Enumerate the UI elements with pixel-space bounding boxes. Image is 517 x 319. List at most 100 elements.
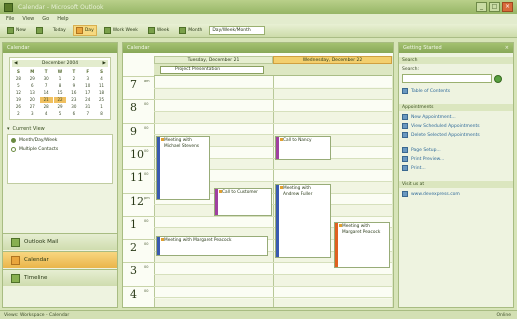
date-cell[interactable]: 6 [67, 111, 80, 117]
date-cell[interactable]: 9 [67, 83, 80, 89]
date-cell[interactable]: 27 [26, 104, 39, 110]
date-cell[interactable]: 8 [95, 111, 108, 117]
date-cell[interactable]: 10 [81, 83, 94, 89]
date-cell[interactable]: 24 [81, 97, 94, 103]
date-cell[interactable]: 1 [95, 104, 108, 110]
day-header-tuesday[interactable]: Tuesday, December 21 [154, 56, 273, 64]
date-cell[interactable]: 2 [12, 111, 25, 117]
nav-timeline-button[interactable]: Timeline [3, 269, 117, 286]
hour-number: 7 [130, 78, 137, 91]
half-hour-line [154, 297, 392, 299]
day-header-wednesday[interactable]: Wednesday, December 22 [273, 56, 392, 64]
vertical-scrollbar[interactable] [392, 56, 393, 307]
pane-close-icon[interactable]: × [505, 43, 509, 53]
menu-help[interactable]: Help [57, 16, 68, 22]
maximize-button[interactable]: □ [489, 2, 500, 12]
date-cell[interactable]: 17 [81, 90, 94, 96]
menu-file[interactable]: File [6, 16, 14, 22]
date-cell[interactable]: 29 [26, 76, 39, 82]
week-button[interactable]: Week [145, 25, 172, 36]
prev-month-icon[interactable]: ◀ [14, 61, 17, 66]
date-cell[interactable]: 20 [26, 97, 39, 103]
nav-calendar-button[interactable]: Calendar [3, 251, 117, 268]
calendar-icon [11, 255, 20, 265]
close-button[interactable]: × [502, 2, 513, 12]
date-cell[interactable]: 12 [12, 90, 25, 96]
today-button[interactable]: Today [50, 26, 69, 35]
delete-selected-link[interactable]: Delete Selected Appointments [402, 132, 510, 138]
collapse-icon[interactable]: ▾ [7, 126, 10, 132]
date-cell[interactable]: 2 [67, 76, 80, 82]
print-button[interactable] [33, 25, 46, 36]
timeline-icon [11, 273, 20, 283]
website-link[interactable]: www.devexpress.com [402, 191, 510, 197]
date-cell[interactable]: 25 [95, 97, 108, 103]
menu-go[interactable]: Go [42, 16, 49, 22]
page-setup-link[interactable]: Page Setup... [402, 147, 510, 153]
date-cell[interactable]: 1 [54, 76, 67, 82]
appointment[interactable]: Call to Customer [214, 188, 272, 216]
day-view-button[interactable]: Day [72, 25, 97, 36]
date-cell[interactable]: 8 [54, 83, 67, 89]
date-cell[interactable]: 16 [67, 90, 80, 96]
all-day-area[interactable]: Project Presentation [154, 64, 392, 76]
date-cell[interactable]: 13 [26, 90, 39, 96]
month-button[interactable]: Month [176, 25, 205, 36]
appointment[interactable]: Meeting with Andrew Fuller [275, 184, 331, 258]
date-cell[interactable]: 21 [39, 97, 53, 103]
reminder-icon [161, 138, 164, 141]
book-icon [402, 88, 408, 94]
menu-view[interactable]: View [22, 16, 34, 22]
search-input[interactable] [402, 74, 492, 83]
date-cell[interactable]: 5 [12, 83, 25, 89]
date-cell[interactable]: 30 [67, 104, 80, 110]
hour-suffix: 00 [144, 102, 149, 107]
date-cell[interactable]: 19 [12, 97, 25, 103]
view-select[interactable]: Day/Week/Month [209, 26, 266, 35]
print-preview-link[interactable]: Print Preview... [402, 156, 510, 162]
appointment[interactable]: Meeting with Margaret Peacock [334, 222, 390, 268]
date-cell[interactable]: 30 [40, 76, 53, 82]
search-go-icon[interactable] [494, 74, 502, 83]
radio-unselected[interactable] [11, 147, 16, 152]
nav-mail-button[interactable]: Outlook Mail [3, 233, 117, 250]
date-cell[interactable]: 3 [81, 76, 94, 82]
allday-event[interactable]: Project Presentation [160, 66, 264, 74]
appointment-grid[interactable]: Meeting with Michael Stevens Call to Cus… [154, 76, 392, 307]
date-cell[interactable]: 26 [12, 104, 25, 110]
date-cell[interactable]: 11 [95, 83, 108, 89]
weekday-label: T [44, 69, 48, 74]
date-cell[interactable]: 5 [54, 111, 67, 117]
toc-link[interactable]: Table of Contents [402, 88, 510, 94]
view-option-multiple[interactable]: Multiple Contacts [11, 147, 109, 152]
new-button[interactable]: New [4, 25, 29, 36]
date-cell[interactable]: 23 [67, 97, 80, 103]
date-cell[interactable]: 7 [81, 111, 94, 117]
view-scheduled-link[interactable]: View Scheduled Appointments [402, 123, 510, 129]
date-cell[interactable]: 31 [81, 104, 94, 110]
new-appointment-link[interactable]: New Appointment... [402, 114, 510, 120]
date-cell[interactable]: 14 [40, 90, 53, 96]
date-cell[interactable]: 6 [26, 83, 39, 89]
appointment[interactable]: Call to Nancy [275, 136, 331, 160]
hour-number: 9 [130, 124, 137, 138]
mail-icon [11, 237, 20, 247]
date-cell[interactable]: 18 [95, 90, 108, 96]
date-cell[interactable]: 15 [54, 90, 67, 96]
work-week-button[interactable]: Work Week [101, 25, 141, 36]
print-link[interactable]: Print... [402, 165, 510, 171]
next-month-icon[interactable]: ▶ [103, 61, 106, 66]
date-cell[interactable]: 28 [40, 104, 53, 110]
view-option-month[interactable]: Month/Day/Week [11, 138, 109, 143]
date-cell[interactable]: 3 [26, 111, 39, 117]
date-cell[interactable]: 7 [40, 83, 53, 89]
date-cell[interactable]: 4 [95, 76, 108, 82]
date-cell[interactable]: 28 [12, 76, 25, 82]
date-cell[interactable]: 29 [54, 104, 67, 110]
date-cell[interactable]: 22 [53, 97, 67, 103]
minimize-button[interactable]: _ [476, 2, 487, 12]
date-cell[interactable]: 4 [40, 111, 53, 117]
radio-selected[interactable] [11, 138, 16, 143]
appointment[interactable]: Meeting with Margaret Peacock [156, 236, 268, 256]
appointment[interactable]: Meeting with Michael Stevens [156, 136, 210, 200]
